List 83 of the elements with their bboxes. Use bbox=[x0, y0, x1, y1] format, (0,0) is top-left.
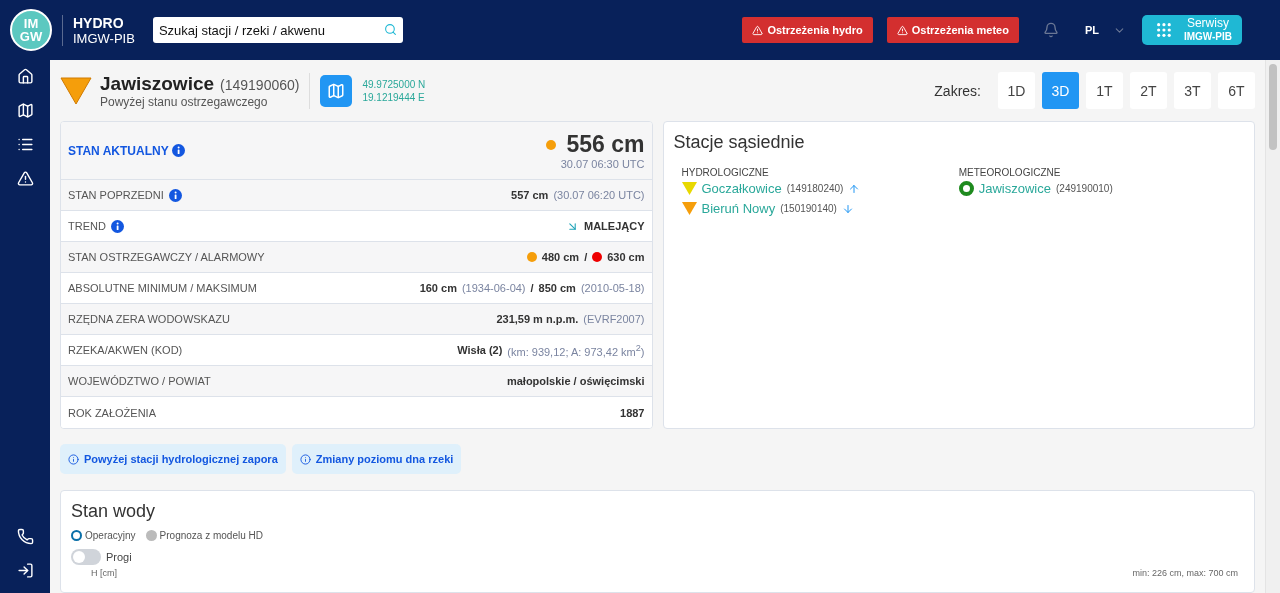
info-note[interactable]: Zmiany poziomu dna rzeki bbox=[291, 444, 462, 474]
row-label: ROK ZAŁOŻENIA bbox=[68, 406, 157, 419]
range-button[interactable]: 3D bbox=[1042, 72, 1079, 109]
info-icon bbox=[68, 453, 79, 465]
card-title: Stan wody bbox=[71, 501, 157, 522]
home-icon[interactable] bbox=[16, 68, 34, 85]
warning-button[interactable]: Ostrzeżenia hydro bbox=[742, 17, 873, 43]
row-value: 480 cm bbox=[541, 251, 580, 263]
row-label: RZEKA/AKWEN (KOD) bbox=[68, 344, 183, 356]
row-value: 557 cm bbox=[511, 189, 549, 201]
list-icon[interactable] bbox=[16, 136, 34, 153]
range-button[interactable]: 6T bbox=[1218, 72, 1255, 109]
row-label: STAN POPRZEDNI bbox=[68, 189, 164, 201]
source-radio[interactable]: Operacyjny bbox=[71, 530, 136, 541]
row-label: TREND bbox=[68, 220, 106, 232]
row-value: 231,59 m n.p.m. bbox=[496, 313, 579, 325]
map-icon bbox=[327, 81, 346, 100]
station-code: (249190010) bbox=[1056, 183, 1113, 194]
row-value: 850 cm bbox=[538, 282, 576, 294]
range-summary: min: 226 cm, max: 700 cm bbox=[1132, 568, 1238, 578]
row-note: (30.07 06:20 UTC) bbox=[553, 189, 645, 201]
card-title: Stacje sąsiednie bbox=[672, 131, 806, 153]
range-button[interactable]: 3T bbox=[1174, 72, 1211, 109]
latitude: 49.9725000 N bbox=[362, 78, 426, 90]
row-label: WOJEWÓDZTWO / POWIAT bbox=[68, 375, 211, 387]
row-value: 630 cm bbox=[607, 251, 645, 263]
notification-icon[interactable] bbox=[1042, 22, 1059, 38]
station-link[interactable]: Goczałkowice bbox=[701, 181, 782, 196]
measurement-time: 30.07 06:30 UTC bbox=[560, 158, 645, 170]
info-icon[interactable] bbox=[171, 144, 185, 157]
warning-icon bbox=[752, 24, 764, 36]
row-value: 1887 bbox=[620, 406, 645, 419]
row-value: MALEJĄCY bbox=[584, 220, 645, 232]
axis-label: H [cm] bbox=[91, 568, 117, 578]
info-icon[interactable] bbox=[110, 219, 124, 233]
row-label: ABSOLUTNE MINIMUM / MAKSIMUM bbox=[68, 282, 257, 294]
row-note: (EVRF2007) bbox=[583, 313, 645, 325]
longitude: 19.1219444 E bbox=[362, 91, 426, 103]
map-icon[interactable] bbox=[16, 102, 34, 119]
phone-icon[interactable] bbox=[16, 528, 34, 545]
separator: / bbox=[584, 251, 588, 263]
station-code: (150190140) bbox=[780, 203, 837, 214]
toggle-label: Progi bbox=[106, 551, 132, 563]
info-note[interactable]: Powyżej stacji hydrologicznej zapora bbox=[60, 444, 286, 474]
warning-icon bbox=[896, 24, 908, 36]
range-button[interactable]: 2T bbox=[1130, 72, 1167, 109]
station-name: Jawiszowice bbox=[100, 72, 215, 95]
range-label: Zakres: bbox=[934, 82, 981, 99]
row-value: 160 cm bbox=[419, 282, 457, 294]
group-title: METEOROLOGICZNE bbox=[958, 167, 1062, 178]
row-label: RZĘDNA ZERA WODOWSKAZU bbox=[68, 313, 230, 325]
range-button[interactable]: 1T bbox=[1086, 72, 1123, 109]
map-button[interactable] bbox=[320, 74, 353, 107]
current-level-label: STAN AKTUALNY bbox=[68, 143, 185, 158]
station-status: Powyżej stanu ostrzegawczego bbox=[100, 94, 269, 109]
row-note: (km: 939,12; A: 973,42 km$^{2}$) bbox=[507, 342, 645, 358]
warning-button[interactable]: Ostrzeżenia meteo bbox=[886, 17, 1019, 43]
row-label: STAN OSTRZEGAWCZY / ALARMOWY bbox=[68, 251, 265, 263]
info-icon[interactable] bbox=[168, 188, 182, 202]
row-value: Wisła (2) bbox=[457, 344, 503, 356]
info-icon bbox=[299, 453, 311, 465]
scrollbar-thumb[interactable] bbox=[1269, 64, 1277, 150]
station-code: (149180240) bbox=[786, 183, 844, 194]
current-level-value: 556 cm bbox=[566, 131, 645, 158]
grid-icon bbox=[1156, 21, 1172, 39]
station-link[interactable]: Jawiszowice bbox=[978, 181, 1051, 196]
source-radio[interactable]: Prognoza z modelu HD bbox=[145, 530, 263, 541]
search-field[interactable]: Szukaj stacji / rzeki / akwenu bbox=[152, 17, 403, 43]
thresholds-toggle[interactable] bbox=[71, 549, 101, 565]
scrollbar[interactable] bbox=[1265, 60, 1280, 593]
brand-title: HYDRO bbox=[73, 14, 125, 31]
row-note: (2010-05-18) bbox=[580, 282, 645, 294]
station-code: (149190060) bbox=[220, 76, 300, 93]
warning-icon[interactable] bbox=[16, 170, 34, 187]
station-link[interactable]: Bieruń Nowy bbox=[701, 201, 776, 216]
login-icon[interactable] bbox=[16, 562, 34, 579]
group-title: HYDROLOGICZNE bbox=[681, 167, 770, 178]
range-button[interactable]: 1D bbox=[998, 72, 1035, 109]
brand-subtitle: IMGW-PIB bbox=[73, 30, 135, 46]
row-value: małopolskie / oświęcimski bbox=[506, 375, 645, 387]
language-selector[interactable]: PL bbox=[1078, 22, 1132, 38]
row-note: (1934-06-04) bbox=[461, 282, 526, 294]
separator: / bbox=[530, 282, 534, 294]
